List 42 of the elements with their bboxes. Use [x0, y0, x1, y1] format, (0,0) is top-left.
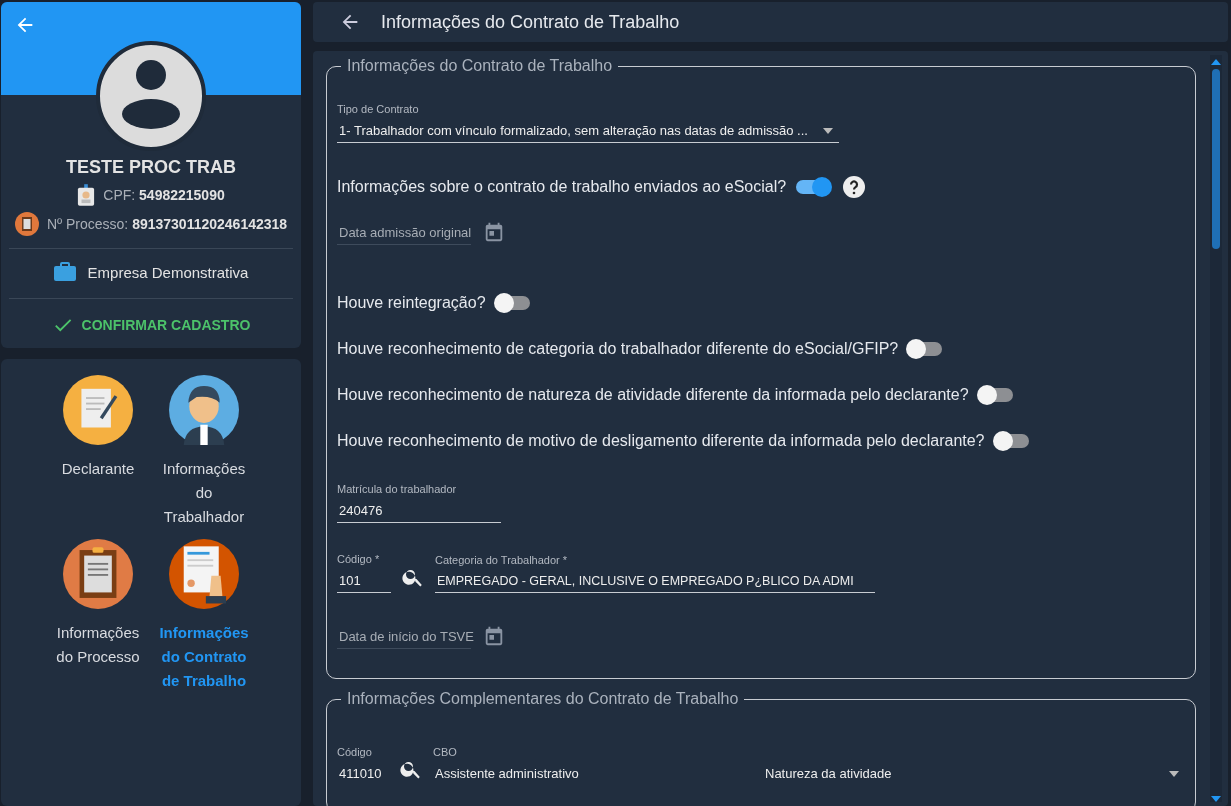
cbo-field[interactable]: CBO Assistente administrativo [433, 746, 753, 785]
help-icon[interactable] [842, 175, 867, 199]
id-badge-icon [77, 184, 96, 206]
question-text: Houve reintegração? [337, 294, 486, 312]
activity-nature-select[interactable]: Natureza da atividade [763, 766, 1185, 785]
toggle-switch[interactable] [978, 388, 1013, 402]
scrollbar[interactable] [1210, 55, 1222, 802]
nav-item[interactable]: Informações do Contrato de Trabalho [156, 539, 252, 693]
nav-item[interactable]: Informações do Trabalhador [156, 375, 252, 529]
man-icon [169, 375, 239, 445]
toggle-switch[interactable] [994, 434, 1029, 448]
registration-field[interactable]: Matrícula do trabalhador 240476 [337, 483, 501, 523]
question-text: Houve reconhecimento de categoria do trabalhador diferente do eSocial/GFIP? [337, 340, 899, 358]
question-text: Informações sobre o contrato de trabalho enviados ao eSocial? [337, 178, 787, 196]
calendar-icon[interactable] [483, 221, 505, 243]
code-field[interactable]: Código * 101 [337, 553, 391, 593]
clipboard-icon [63, 539, 133, 609]
section-title: Informações do Contrato de Trabalho [346, 57, 614, 75]
code-field[interactable]: Código 411010 [337, 746, 389, 785]
cpf-text: CPF: 54982215090 [103, 187, 225, 203]
nav-item[interactable]: Informações do Processo [50, 539, 146, 693]
document-pen-icon [63, 375, 133, 445]
category-field[interactable]: Categoria do Trabalhador * EMPREGADO - GERAL, INCLUSIVE O EMPREGADO P¿BLICO DA ADMI [435, 554, 875, 593]
toggle-switch[interactable] [796, 180, 831, 194]
question-text: Houve reconhecimento de natureza de atividade diferente da informada pelo declarante? [337, 386, 969, 404]
toggle-switch[interactable] [495, 296, 530, 310]
clipboard-icon [14, 212, 39, 236]
contract-type-select[interactable]: Tipo de Contrato 1- Trabalhador com vínculo formalizado, sem alteração nas datas de admissão ... [337, 103, 839, 143]
nav-item[interactable]: Declarante [50, 375, 146, 529]
briefcase-icon [53, 262, 76, 282]
person-name: TESTE PROC TRAB [66, 157, 236, 178]
confirm-button[interactable]: CONFIRMAR CADASTRO [51, 314, 251, 336]
question-text: Houve reconhecimento de motivo de desligamento diferente da informada pelo declarante? [337, 432, 985, 450]
date-field[interactable]: Data admissão original [337, 219, 471, 245]
page-title: Informações do Contrato de Trabalho [381, 11, 680, 33]
toggle-switch[interactable] [908, 342, 943, 356]
company-name: Empresa Demonstrativa [87, 263, 249, 281]
certificate-icon [169, 539, 239, 609]
section-title: Informações Complementares do Contrato de Trabalho [346, 690, 740, 708]
process-number: Nº Processo: 89137301120246142318 [46, 216, 288, 232]
avatar-icon [96, 41, 206, 151]
calendar-icon[interactable] [483, 625, 505, 647]
